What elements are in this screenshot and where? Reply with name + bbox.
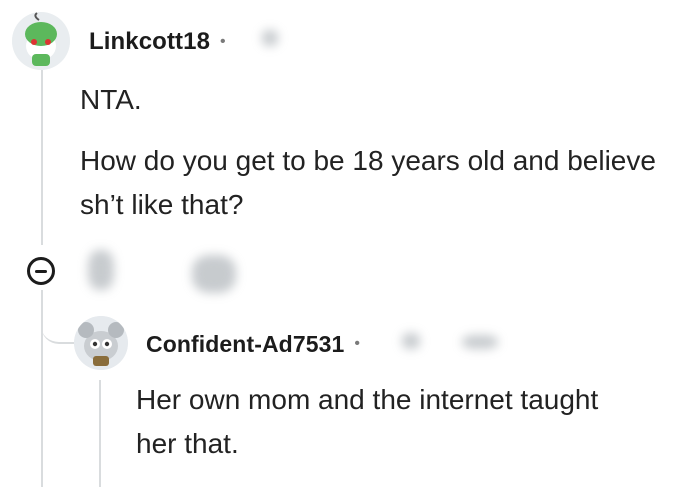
comment-body: NTA. How do you get to be 18 years old a… bbox=[80, 78, 680, 227]
comment-body: Her own mom and the internet taught her … bbox=[136, 378, 636, 466]
redacted-timestamp bbox=[262, 30, 278, 46]
username[interactable]: Confident-Ad7531 bbox=[146, 331, 344, 358]
comment-paragraph: How do you get to be 18 years old and be… bbox=[80, 145, 656, 220]
redacted-action-icon bbox=[88, 250, 114, 290]
comment-header: Linkcott18 • bbox=[89, 27, 226, 57]
reply-connector bbox=[41, 296, 75, 344]
collapse-thread-icon[interactable] bbox=[27, 257, 55, 285]
comment-paragraph: Her own mom and the internet taught her … bbox=[136, 384, 599, 459]
snoo-avatar-icon[interactable] bbox=[12, 12, 70, 70]
separator-dot: • bbox=[220, 33, 226, 50]
thread-line-reply[interactable] bbox=[99, 380, 101, 487]
separator-dot: • bbox=[354, 335, 361, 352]
comment-paragraph: NTA. bbox=[80, 84, 142, 115]
redacted-action-icon bbox=[192, 255, 236, 293]
redacted-timestamp bbox=[462, 335, 498, 349]
thread-line-main[interactable] bbox=[41, 70, 43, 245]
username[interactable]: Linkcott18 bbox=[89, 28, 210, 56]
comment-header: Confident-Ad7531 • bbox=[146, 330, 360, 358]
snoo-avatar-icon[interactable] bbox=[74, 316, 128, 370]
redacted-timestamp bbox=[402, 333, 420, 349]
